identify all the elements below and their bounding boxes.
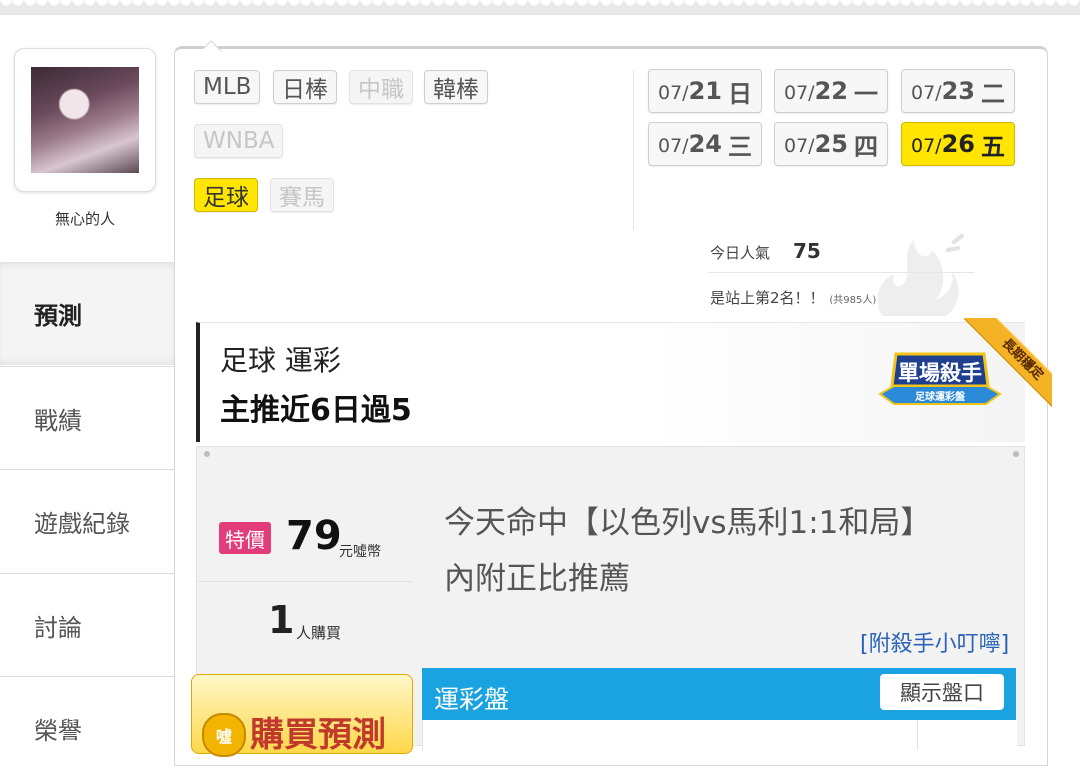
date-prefix: 07/ <box>658 135 689 157</box>
date-tab-0723[interactable]: 07/23 二 <box>901 69 1015 113</box>
sidebar-item-label: 榮譽 <box>34 716 82 745</box>
date-tab-0724[interactable]: 07/24 三 <box>648 122 762 166</box>
sport-tab-mlb[interactable]: MLB <box>194 70 261 104</box>
sport-tab-horse-racing: 賽馬 <box>270 178 334 212</box>
date-tab-0722[interactable]: 07/22 一 <box>774 69 888 113</box>
date-weekday: 一 <box>853 79 878 108</box>
sidebar-item-label: 預測 <box>34 302 82 330</box>
rank-total: (共985人) <box>829 295 877 306</box>
sidebar-item-honors[interactable]: 榮譽 <box>0 676 174 779</box>
sport-tab-npb[interactable]: 日棒 <box>273 70 337 104</box>
popularity-value: 75 <box>793 239 821 263</box>
date-tab-0721[interactable]: 07/21 日 <box>648 69 762 113</box>
flame-icon <box>877 234 964 316</box>
coin-icon: 噓 <box>202 713 246 757</box>
date-weekday: 三 <box>727 132 752 161</box>
headline-category: 足球 運彩 <box>220 344 341 377</box>
sport-tab-wnba: WNBA <box>194 124 284 158</box>
date-day: 23 <box>941 77 975 105</box>
divider <box>633 70 634 230</box>
date-weekday: 日 <box>727 79 752 108</box>
buyers-count: 1 <box>268 598 295 642</box>
offer-description: 今天命中【以色列vs馬利1:1和局】 <box>444 505 932 541</box>
long-term-ribbon: 長期穩定 <box>958 318 1052 412</box>
sidebar-item-discussion[interactable]: 討論 <box>0 573 174 676</box>
rank-text: 是站上第2名！！ (共985人) <box>710 287 876 308</box>
avatar[interactable] <box>14 48 156 192</box>
sport-tab-soccer[interactable]: 足球 <box>194 178 258 212</box>
divider <box>917 720 918 750</box>
date-prefix: 07/ <box>911 135 942 157</box>
pin-icon <box>1013 451 1019 457</box>
special-price-badge: 特價 <box>219 522 271 554</box>
price-value: 79 <box>286 513 342 559</box>
buy-prediction-button[interactable]: 噓 購買預測 <box>191 674 413 757</box>
sidebar-item-predict[interactable]: 預測 <box>0 262 174 365</box>
buy-button-label: 購買預測 <box>250 715 386 755</box>
headline-record: 主推近6日過5 <box>220 393 412 428</box>
show-odds-button[interactable]: 顯示盤口 <box>880 674 1004 710</box>
date-tab-0725[interactable]: 07/25 四 <box>774 122 888 166</box>
date-prefix: 07/ <box>784 135 815 157</box>
date-day: 21 <box>688 77 722 105</box>
date-day: 22 <box>814 77 848 105</box>
price-unit: 元噓幣 <box>339 544 381 560</box>
date-tab-0726[interactable]: 07/26 五 <box>901 122 1015 166</box>
killer-tips-link[interactable]: [附殺手小叮嚀] <box>860 626 1009 658</box>
date-day: 26 <box>941 130 975 158</box>
user-name[interactable]: 無心的人 <box>14 208 156 229</box>
sport-tab-kbo[interactable]: 韓棒 <box>424 70 488 104</box>
sidebar-item-label: 戰績 <box>34 406 82 435</box>
avatar-image <box>31 67 139 173</box>
popularity-label: 今日人氣 <box>710 244 771 262</box>
date-prefix: 07/ <box>784 82 815 104</box>
pin-icon <box>204 451 210 457</box>
date-weekday: 二 <box>980 79 1005 108</box>
offer-description-2: 內附正比推薦 <box>444 561 630 597</box>
divider <box>198 581 412 582</box>
buyers-unit: 人購買 <box>296 624 342 642</box>
sidebar-item-label: 討論 <box>34 613 82 642</box>
ribbon-label: 長期穩定 <box>964 318 1052 412</box>
date-prefix: 07/ <box>658 82 689 104</box>
divider <box>708 272 974 273</box>
top-decorative-border <box>0 0 1080 15</box>
sport-tab-cpbl: 中職 <box>349 70 413 104</box>
odds-title: 運彩盤 <box>434 685 510 714</box>
odds-header: 運彩盤 顯示盤口 <box>422 668 1016 720</box>
date-prefix: 07/ <box>911 82 942 104</box>
sidebar-item-record[interactable]: 戰績 <box>0 366 174 469</box>
date-day: 25 <box>814 130 848 158</box>
odds-table <box>422 720 1017 750</box>
rank-label: 是站上第2名！！ <box>710 289 825 307</box>
sidebar-item-label: 遊戲紀錄 <box>34 509 130 538</box>
date-weekday: 五 <box>980 132 1005 161</box>
sidebar-item-game-history[interactable]: 遊戲紀錄 <box>0 469 174 572</box>
date-weekday: 四 <box>853 132 878 161</box>
date-day: 24 <box>688 130 722 158</box>
